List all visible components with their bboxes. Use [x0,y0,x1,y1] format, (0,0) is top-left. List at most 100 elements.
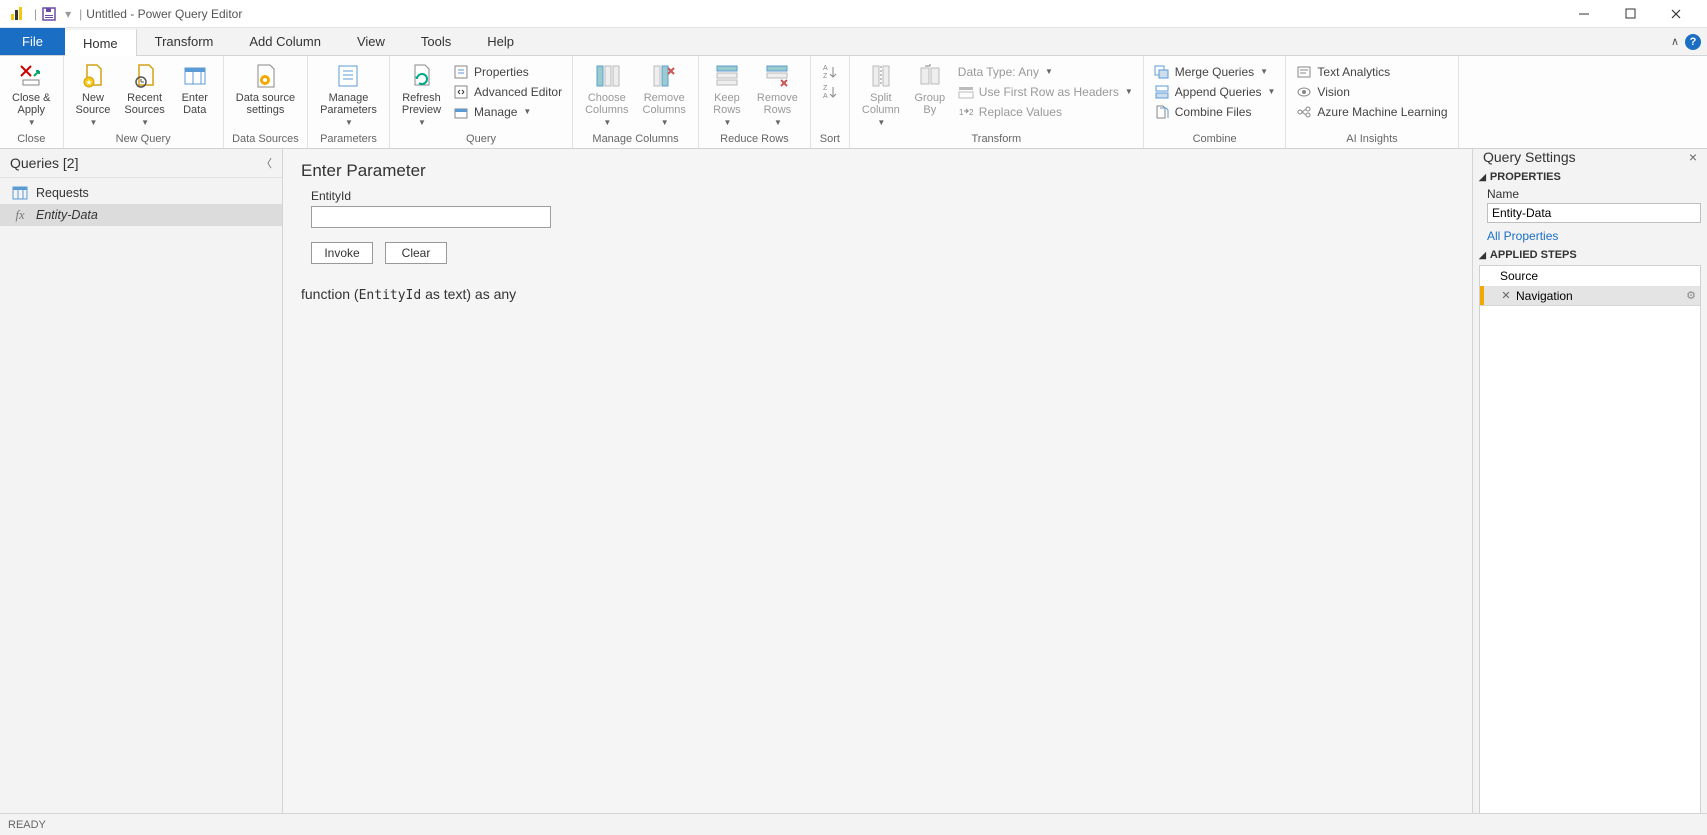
window-title: Untitled - Power Query Editor [86,7,242,21]
text-analytics-button[interactable]: Text Analytics [1292,62,1451,81]
azure-ml-button[interactable]: Azure Machine Learning [1292,102,1451,121]
query-name-input[interactable] [1487,203,1701,223]
group-parameters: Manage Parameters▼ Parameters [308,56,390,148]
clear-button[interactable]: Clear [385,242,447,264]
split-column-button[interactable]: Split Column▼ [856,60,906,129]
step-navigation[interactable]: ✕ Navigation ⚙ [1480,286,1700,306]
svg-text:Z: Z [823,85,828,92]
query-label: Entity-Data [36,208,98,222]
entityid-input[interactable] [311,206,551,228]
query-item-entity-data[interactable]: fx Entity-Data [0,204,282,226]
tab-home[interactable]: Home [65,28,137,56]
sort-desc-button[interactable]: ZA [817,82,843,101]
queries-list: Requests fx Entity-Data [0,178,282,226]
manage-parameters-button[interactable]: Manage Parameters▼ [314,60,383,129]
data-source-settings-button[interactable]: Data source settings [230,60,301,118]
first-row-headers-button[interactable]: Use First Row as Headers▼ [954,82,1137,101]
ribbon: Close & Apply▼ Close ★New Source▼ Recent… [0,56,1707,149]
split-column-icon [867,62,895,90]
text-analytics-icon [1296,64,1312,80]
invoke-button[interactable]: Invoke [311,242,373,264]
close-apply-button[interactable]: Close & Apply▼ [6,60,57,129]
enter-data-icon [181,62,209,90]
group-query: Refresh Preview▼ Properties Advanced Edi… [390,56,573,148]
combine-files-button[interactable]: Combine Files [1150,102,1280,121]
merge-queries-button[interactable]: Merge Queries▼ [1150,62,1280,81]
group-transform: Split Column▼ Group By Data Type: Any▼ U… [850,56,1144,148]
query-label: Requests [36,186,89,200]
vision-button[interactable]: Vision [1292,82,1451,101]
group-ai-insights: Text Analytics Vision Azure Machine Lear… [1286,56,1458,148]
name-label: Name [1487,187,1701,201]
new-source-icon: ★ [79,62,107,90]
collapse-queries-icon[interactable]: 〈 [261,155,272,171]
group-reduce-rows: Keep Rows▼ Remove Rows▼ Reduce Rows [699,56,811,148]
group-data-sources: Data source settings Data Sources [224,56,308,148]
remove-rows-button[interactable]: Remove Rows▼ [751,60,804,129]
gear-file-icon [251,62,279,90]
queries-pane: Queries [2] 〈 Requests fx Entity-Data [0,149,283,813]
queries-header: Queries [2] 〈 [0,149,282,178]
close-button[interactable] [1653,0,1699,28]
keep-rows-icon [713,62,741,90]
merge-icon [1154,64,1170,80]
maximize-button[interactable] [1607,0,1653,28]
svg-text:1: 1 [959,108,964,117]
svg-text:A: A [823,93,828,100]
remove-columns-button[interactable]: Remove Columns▼ [637,60,692,129]
replace-icon: 12 [958,104,974,120]
close-settings-icon[interactable]: × [1689,149,1697,165]
manage-icon [453,104,469,120]
applied-steps-header[interactable]: ◢APPLIED STEPS [1479,249,1701,261]
tab-tools[interactable]: Tools [403,28,469,55]
headers-icon [958,84,974,100]
step-gear-icon[interactable]: ⚙ [1686,289,1696,302]
recent-sources-button[interactable]: Recent Sources▼ [118,60,170,129]
sep2: ▾ [65,7,71,21]
properties-section-header[interactable]: ◢PROPERTIES [1479,171,1701,183]
status-bar: READY [0,813,1707,835]
group-sort: AZ ZA Sort [811,56,850,148]
fx-icon: fx [12,207,28,223]
properties-icon [453,64,469,80]
enter-data-button[interactable]: Enter Data [173,60,217,118]
tab-view[interactable]: View [339,28,403,55]
tab-file[interactable]: File [0,28,65,55]
query-item-requests[interactable]: Requests [0,182,282,204]
sort-desc-icon: ZA [821,78,839,106]
properties-button[interactable]: Properties [449,62,566,81]
svg-text:★: ★ [85,78,92,87]
data-type-button[interactable]: Data Type: Any▼ [954,62,1137,81]
replace-values-button[interactable]: 12Replace Values [954,102,1137,121]
all-properties-link[interactable]: All Properties [1487,229,1701,243]
minimize-button[interactable] [1561,0,1607,28]
parameter-panel: Enter Parameter EntityId Invoke Clear fu… [283,149,1472,813]
append-queries-button[interactable]: Append Queries▼ [1150,82,1280,101]
combine-files-icon [1154,104,1170,120]
editor-icon [453,84,469,100]
choose-columns-button[interactable]: Choose Columns▼ [579,60,634,129]
choose-columns-icon [593,62,621,90]
titlebar: | ▾ | Untitled - Power Query Editor [0,0,1707,28]
parameters-icon [334,62,362,90]
sep3: | [79,7,82,21]
tab-add-column[interactable]: Add Column [231,28,339,55]
advanced-editor-button[interactable]: Advanced Editor [449,82,566,101]
keep-rows-button[interactable]: Keep Rows▼ [705,60,749,129]
refresh-preview-button[interactable]: Refresh Preview▼ [396,60,447,129]
new-source-button[interactable]: ★New Source▼ [70,60,117,129]
azure-ml-icon [1296,104,1312,120]
settings-title: Query Settings [1483,149,1576,165]
append-icon [1154,84,1170,100]
manage-button[interactable]: Manage▼ [449,102,566,121]
ribbon-collapse-icon[interactable]: ∧ [1671,35,1679,48]
step-source[interactable]: Source [1480,266,1700,286]
group-by-button[interactable]: Group By [908,60,952,118]
delete-step-icon[interactable]: ✕ [1500,290,1512,302]
help-icon[interactable]: ? [1685,34,1701,50]
tab-transform[interactable]: Transform [137,28,232,55]
query-settings-pane: Query Settings × ◢PROPERTIES Name All Pr… [1472,149,1707,813]
tab-help[interactable]: Help [469,28,532,55]
save-icon[interactable] [41,6,57,22]
vision-icon [1296,84,1312,100]
